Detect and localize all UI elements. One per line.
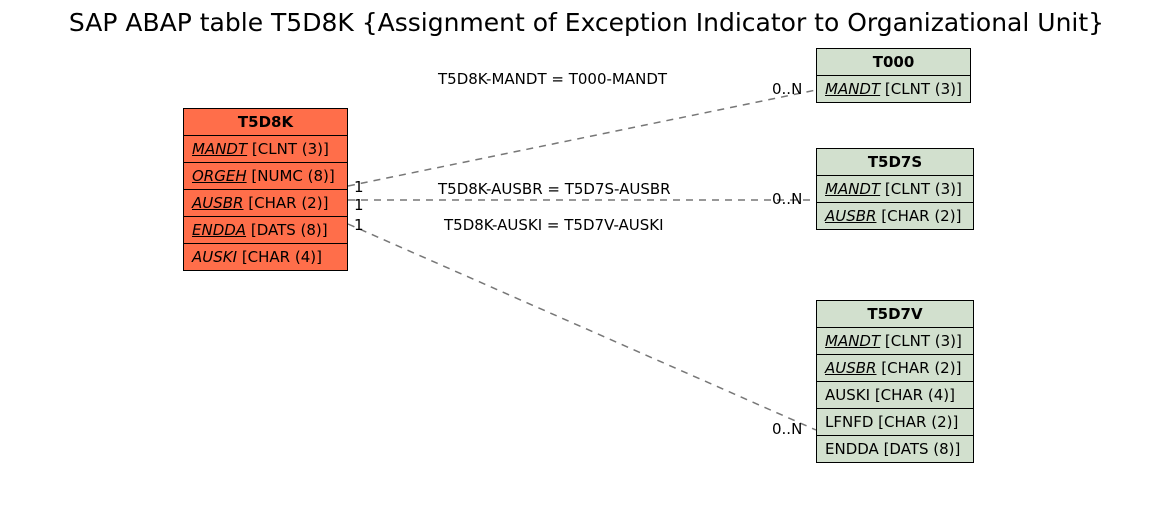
field-name: MANDT xyxy=(825,332,880,350)
field-name: AUSBR xyxy=(825,359,876,377)
field-name: ENDDA xyxy=(825,440,879,458)
card-right-r3: 0..N xyxy=(772,420,802,438)
entity-t5d7s-field: MANDT [CLNT (3)] xyxy=(817,176,973,203)
entity-t5d8k-field: AUSKI [CHAR (4)] xyxy=(184,244,347,270)
field-name: ENDDA xyxy=(192,221,246,239)
card-left-r3: 1 xyxy=(354,216,364,234)
entity-t000-header: T000 xyxy=(817,49,970,76)
card-left-r2: 1 xyxy=(354,178,364,196)
entity-t5d8k-field: ENDDA [DATS (8)] xyxy=(184,217,347,244)
entity-t000: T000 MANDT [CLNT (3)] xyxy=(816,48,971,103)
field-name: ORGEH xyxy=(192,167,247,185)
card-right-r1: 0..N xyxy=(772,80,802,98)
card-right-r2: 0..N xyxy=(772,190,802,208)
relation-label-3: T5D8K-AUSKI = T5D7V-AUSKI xyxy=(444,216,664,234)
field-type: [CLNT (3)] xyxy=(252,140,329,158)
entity-t5d7v: T5D7V MANDT [CLNT (3)] AUSBR [CHAR (2)] … xyxy=(816,300,974,463)
field-type: [CLNT (3)] xyxy=(885,80,962,98)
field-name: AUSKI xyxy=(825,386,870,404)
entity-t5d7v-field: AUSKI [CHAR (4)] xyxy=(817,382,973,409)
entity-t5d7v-field: ENDDA [DATS (8)] xyxy=(817,436,973,462)
entity-t5d7s-field: AUSBR [CHAR (2)] xyxy=(817,203,973,229)
entity-t5d8k-field: ORGEH [NUMC (8)] xyxy=(184,163,347,190)
connector-lines xyxy=(0,0,1173,511)
entity-t5d8k: T5D8K MANDT [CLNT (3)] ORGEH [NUMC (8)] … xyxy=(183,108,348,271)
relation-label-2: T5D8K-AUSBR = T5D7S-AUSBR xyxy=(438,180,671,198)
entity-t5d8k-header: T5D8K xyxy=(184,109,347,136)
field-type: [NUMC (8)] xyxy=(251,167,334,185)
entity-t5d7v-field: AUSBR [CHAR (2)] xyxy=(817,355,973,382)
field-type: [DATS (8)] xyxy=(251,221,328,239)
field-type: [CHAR (2)] xyxy=(881,207,961,225)
field-type: [CHAR (4)] xyxy=(875,386,955,404)
field-type: [CHAR (2)] xyxy=(248,194,328,212)
field-type: [CLNT (3)] xyxy=(885,180,962,198)
entity-t5d7s-header: T5D7S xyxy=(817,149,973,176)
card-left-extra: 1 xyxy=(354,196,364,214)
field-name: LFNFD xyxy=(825,413,873,431)
field-type: [CHAR (2)] xyxy=(881,359,961,377)
field-name: AUSBR xyxy=(825,207,876,225)
field-type: [CLNT (3)] xyxy=(885,332,962,350)
entity-t5d7v-field: MANDT [CLNT (3)] xyxy=(817,328,973,355)
entity-t5d8k-field: MANDT [CLNT (3)] xyxy=(184,136,347,163)
entity-t5d8k-field: AUSBR [CHAR (2)] xyxy=(184,190,347,217)
relation-label-1: T5D8K-MANDT = T000-MANDT xyxy=(438,70,667,88)
entity-t5d7v-field: LFNFD [CHAR (2)] xyxy=(817,409,973,436)
field-type: [CHAR (2)] xyxy=(878,413,958,431)
field-name: AUSBR xyxy=(192,194,243,212)
field-type: [CHAR (4)] xyxy=(242,248,322,266)
entity-t5d7v-header: T5D7V xyxy=(817,301,973,328)
field-name: AUSKI xyxy=(192,248,237,266)
entity-t000-field: MANDT [CLNT (3)] xyxy=(817,76,970,102)
field-name: MANDT xyxy=(825,180,880,198)
entity-t5d7s: T5D7S MANDT [CLNT (3)] AUSBR [CHAR (2)] xyxy=(816,148,974,230)
field-type: [DATS (8)] xyxy=(884,440,961,458)
page-title: SAP ABAP table T5D8K {Assignment of Exce… xyxy=(0,8,1173,37)
field-name: MANDT xyxy=(192,140,247,158)
field-name: MANDT xyxy=(825,80,880,98)
